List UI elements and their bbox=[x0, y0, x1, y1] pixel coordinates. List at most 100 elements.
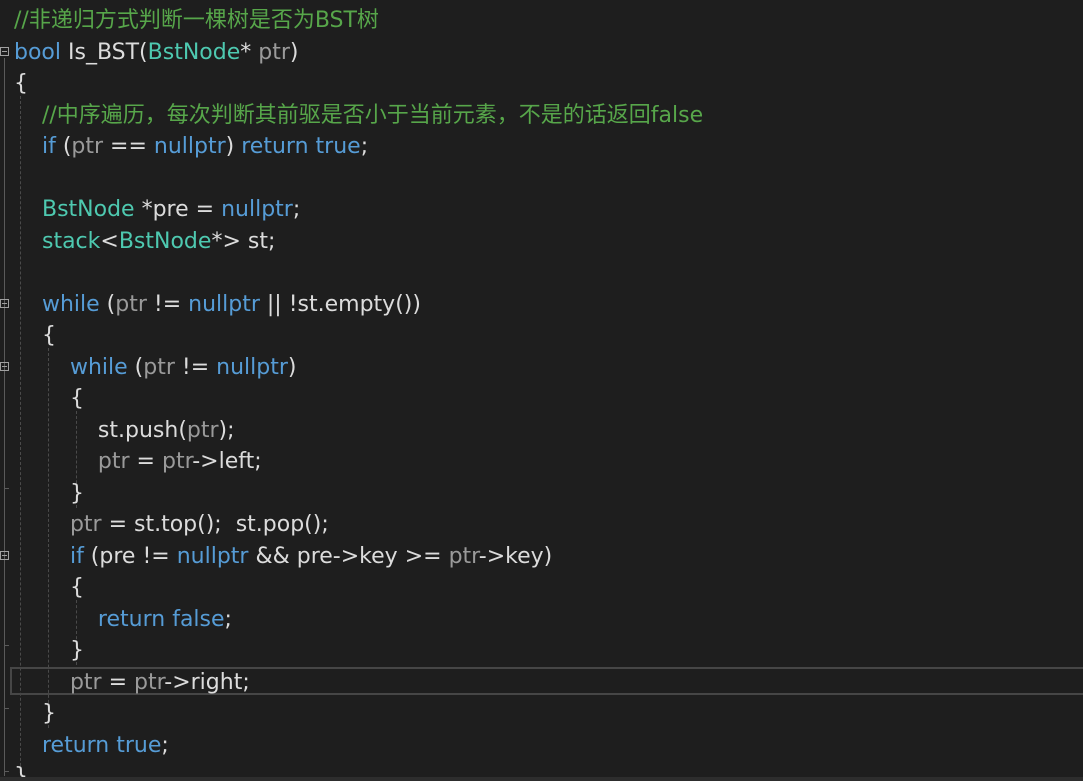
code-token: Is_BST( bbox=[61, 39, 148, 65]
code-token: ->right; bbox=[164, 669, 250, 695]
code-token: nullptr bbox=[176, 543, 249, 569]
code-token: (pre != bbox=[83, 543, 177, 569]
code-token: ptr bbox=[448, 543, 479, 569]
code-text: } bbox=[14, 478, 84, 510]
code-token: *> st; bbox=[211, 228, 276, 254]
code-token: //中序遍历，每次判断其前驱是否小于当前元素，不是的话返回false bbox=[41, 102, 704, 128]
code-token: if bbox=[69, 543, 84, 569]
code-token: *pre = bbox=[134, 197, 222, 222]
code-token: nullptr bbox=[216, 354, 288, 380]
code-text: //非递归方式判断一棵树是否为BST树 bbox=[14, 5, 379, 37]
code-token: ; bbox=[224, 606, 232, 632]
code-text: { bbox=[14, 572, 84, 604]
code-token: BstNode bbox=[118, 228, 212, 254]
code-token: || !st.empty()) bbox=[259, 291, 421, 317]
code-text: return false; bbox=[14, 604, 232, 636]
code-text: //中序遍历，每次判断其前驱是否小于当前元素，不是的话返回false bbox=[14, 100, 703, 132]
code-token: ->key) bbox=[478, 543, 553, 569]
code-token: < bbox=[100, 228, 119, 254]
code-token: = bbox=[101, 669, 135, 695]
code-token: { bbox=[14, 386, 84, 411]
code-token: BstNode bbox=[147, 39, 241, 65]
code-text: while (ptr != nullptr) bbox=[14, 352, 297, 384]
code-token: nullptr bbox=[188, 291, 260, 317]
code-token: ( bbox=[127, 354, 144, 380]
code-token: while bbox=[41, 291, 100, 317]
code-token: != bbox=[146, 291, 189, 317]
code-token: return bbox=[97, 606, 166, 632]
code-token: { bbox=[14, 575, 84, 600]
fold-rail bbox=[4, 561, 5, 650]
code-token: ( bbox=[99, 291, 116, 317]
collapse-icon[interactable] bbox=[0, 361, 9, 371]
fold-end-tick bbox=[4, 487, 9, 489]
code-text: return true; bbox=[14, 730, 169, 762]
code-token: ptr bbox=[97, 449, 130, 474]
code-token: ; bbox=[292, 197, 301, 222]
code-text: if (ptr == nullptr) return true; bbox=[14, 131, 368, 163]
code-token: bool bbox=[14, 39, 61, 65]
code-text: { bbox=[14, 68, 28, 100]
code-token: nullptr bbox=[221, 197, 293, 222]
fold-rail bbox=[4, 372, 5, 493]
code-token: ptr bbox=[161, 449, 193, 474]
code-token: BstNode bbox=[41, 197, 135, 222]
code-token: ptr bbox=[143, 354, 175, 380]
code-text: BstNode *pre = nullptr; bbox=[14, 194, 300, 226]
collapse-icon[interactable] bbox=[0, 550, 9, 560]
code-text: ptr = ptr->left; bbox=[14, 446, 262, 478]
code-token: == bbox=[103, 134, 154, 159]
code-token: ; bbox=[360, 134, 369, 159]
code-text: if (pre != nullptr && pre->key >= ptr->k… bbox=[14, 541, 552, 573]
code-token: != bbox=[174, 354, 217, 380]
code-token: { bbox=[14, 71, 28, 96]
editor-bottom-edge bbox=[0, 777, 1083, 781]
code-token: } bbox=[14, 638, 84, 663]
code-text: { bbox=[14, 320, 56, 352]
code-token: ptr bbox=[258, 39, 290, 65]
code-token: if bbox=[41, 134, 56, 159]
code-token: true bbox=[315, 134, 361, 159]
code-text: stack<BstNode*> st; bbox=[14, 226, 275, 258]
code-text: } bbox=[14, 635, 84, 667]
code-text: { bbox=[14, 383, 84, 415]
code-token: ) bbox=[287, 354, 297, 380]
code-token: nullptr bbox=[153, 134, 226, 159]
code-token: = bbox=[129, 449, 162, 474]
code-token: * bbox=[240, 39, 259, 65]
code-token: while bbox=[69, 354, 128, 380]
code-token: } bbox=[14, 480, 84, 506]
code-token: stack bbox=[41, 228, 101, 254]
code-text: bool Is_BST(BstNode* ptr) bbox=[14, 37, 298, 69]
code-token: ( bbox=[55, 134, 72, 159]
code-token: //非递归方式判断一棵树是否为BST树 bbox=[14, 8, 379, 33]
collapse-icon[interactable] bbox=[0, 298, 9, 308]
code-token: } bbox=[14, 701, 56, 726]
code-token: ptr bbox=[69, 512, 102, 537]
code-token: false bbox=[172, 606, 225, 632]
code-token: ptr bbox=[69, 669, 102, 695]
code-token: && pre->key >= bbox=[248, 543, 449, 569]
code-editor[interactable]: //非递归方式判断一棵树是否为BST树 bool Is_BST(BstNode* … bbox=[0, 0, 1083, 781]
code-token: true bbox=[116, 732, 162, 758]
code-token: ->left; bbox=[192, 449, 262, 474]
code-token: ptr bbox=[134, 669, 165, 695]
code-token: ) bbox=[289, 39, 299, 65]
code-text: } bbox=[14, 698, 56, 730]
code-text: ptr = ptr->right; bbox=[14, 667, 250, 699]
code-token: return bbox=[241, 134, 309, 159]
code-token: ) bbox=[225, 134, 242, 159]
collapse-icon[interactable] bbox=[0, 46, 9, 56]
code-token: ptr bbox=[71, 134, 104, 159]
code-text: while (ptr != nullptr || !st.empty()) bbox=[14, 289, 421, 321]
